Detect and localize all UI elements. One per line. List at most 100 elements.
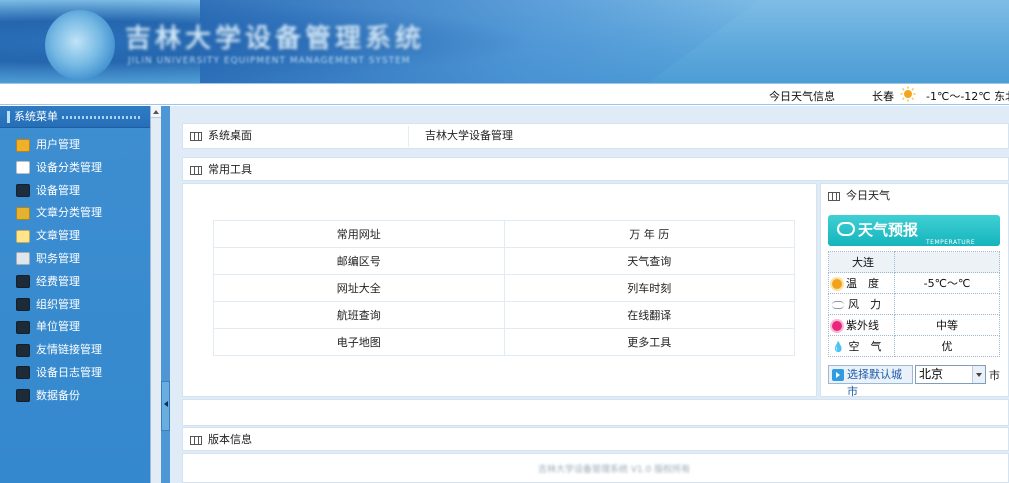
air-icon: 💧 [832, 341, 845, 353]
tools-row: 邮编区号 天气查询 [213, 247, 795, 275]
tool-link[interactable]: 网址大全 [213, 274, 505, 302]
folder-icon [16, 366, 30, 380]
weather-info-label: 今日天气信息 [769, 90, 835, 103]
weather-row-value [894, 293, 1000, 315]
weather-panel: 今日天气 天气预报 TEMPERATURE 大连 温 度 -5℃～℃ 风 力 紫… [820, 183, 1009, 398]
sidebar-item[interactable]: 文章管理 [0, 225, 150, 248]
sidebar-item[interactable]: 设备管理 [0, 180, 150, 203]
note-icon [16, 229, 30, 243]
sidebar-item-label: 单位管理 [36, 320, 80, 334]
tool-link[interactable]: 电子地图 [213, 328, 505, 356]
scroll-up-button[interactable] [151, 106, 161, 118]
weather-row-value: 中等 [894, 314, 1000, 336]
tool-link[interactable]: 万 年 历 [503, 220, 795, 248]
grid-icon [16, 184, 30, 198]
set-default-city-label: 选择默认城市 [847, 368, 902, 398]
tool-link[interactable]: 常用网址 [213, 220, 505, 248]
version-header: 版本信息 [182, 427, 1009, 451]
sidebar-item-label: 设备管理 [36, 183, 80, 197]
set-default-city-button[interactable]: 选择默认城市 [828, 365, 913, 398]
tool-link[interactable]: 列车时刻 [503, 274, 795, 302]
weather-row-key: 空 气 [848, 340, 882, 353]
tools-panel: 常用网址万 年 历邮编区号 天气查询 网址大全 列车时刻 航班查询 在线翻译 电子地图 更多工… [182, 183, 817, 397]
document-icon [16, 298, 30, 312]
tool-link[interactable]: 在线翻译 [503, 301, 795, 329]
weather-city: 大连 [828, 251, 895, 273]
spacer-panel [182, 399, 1009, 426]
tools-title: 常用工具 [208, 163, 252, 176]
sidebar-item-label: 文章管理 [36, 229, 80, 243]
sidebar-item[interactable]: 职务管理 [0, 248, 150, 271]
weather-city-empty [894, 251, 1000, 273]
header-banner: 吉林大学设备管理系统 JILIN UNIVERSITY EQUIPMENT MA… [0, 0, 1009, 83]
sidebar-item-label: 职务管理 [36, 251, 80, 265]
city-picker: 选择默认城市 北京 市 [828, 365, 1009, 398]
sidebar-item-label: 经费管理 [36, 274, 80, 288]
sidebar-item[interactable]: 友情链接管理 [0, 339, 150, 362]
sidebar-item-label: 组织管理 [36, 297, 80, 311]
desktop-value: 吉林大学设备管理 [425, 129, 513, 142]
app-title: 吉林大学设备管理系统 [125, 24, 426, 54]
desktop-label: 系统桌面 [208, 129, 252, 142]
tool-link[interactable]: 更多工具 [503, 328, 795, 356]
folder-icon [16, 343, 30, 357]
users-icon [16, 138, 30, 152]
sidebar-item[interactable]: 经费管理 [0, 271, 150, 294]
weather-table: 大连 温 度 -5℃～℃ 风 力 紫外线 中等 💧 空 气 优 [828, 251, 1000, 357]
sidebar-splitter[interactable] [161, 106, 170, 483]
city-suffix: 市 [989, 369, 1000, 382]
tools-row: 电子地图 更多工具 [213, 328, 795, 356]
sidebar-item[interactable]: 文章分类管理 [0, 202, 150, 225]
weather-title: 今日天气 [846, 189, 890, 202]
tool-link[interactable]: 航班查询 [213, 301, 505, 329]
edit-icon [16, 252, 30, 266]
sidebar-item[interactable]: 数据备份 [0, 385, 150, 408]
sidebar-item-label: 友情链接管理 [36, 343, 102, 357]
logo-icon [45, 10, 115, 80]
folder-icon [16, 389, 30, 403]
arrow-right-icon [832, 369, 844, 381]
weather-row-key: 紫外线 [846, 319, 879, 332]
sidebar-item[interactable]: 单位管理 [0, 316, 150, 339]
weather-row-key: 风 力 [848, 298, 881, 311]
sidebar-menu: 用户管理设备分类管理设备管理文章分类管理文章管理职务管理经费管理组织管理单位管理… [0, 128, 150, 408]
sidebar: 系统菜单 用户管理设备分类管理设备管理文章分类管理文章管理职务管理经费管理组织管… [0, 106, 150, 483]
document-icon [16, 320, 30, 334]
sidebar-item-label: 用户管理 [36, 138, 80, 151]
collapse-sidebar-button[interactable] [161, 381, 170, 431]
tools-table: 常用网址万 年 历邮编区号 天气查询 网址大全 列车时刻 航班查询 在线翻译 电子地图 更多工… [213, 220, 795, 356]
weather-forecast-banner[interactable]: 天气预报 TEMPERATURE [828, 215, 1000, 246]
main-content: 系统桌面 吉林大学设备管理 常用工具 常用网址万 年 历邮编区号 天气查询 网址大全… [170, 106, 1009, 483]
weather-banner-label: 天气预报 [858, 221, 919, 239]
weather-info-city: 长春 [872, 90, 894, 103]
version-text: 吉林大学设备管理系统 V1.0 版权所有 [538, 465, 691, 475]
sun-icon [832, 279, 842, 289]
sun-icon [900, 86, 916, 102]
sidebar-item[interactable]: 组织管理 [0, 294, 150, 317]
sidebar-header: 系统菜单 [0, 106, 150, 128]
wrench-icon [16, 161, 30, 175]
weather-row-key: 温 度 [846, 277, 879, 290]
city-select[interactable]: 北京 [915, 365, 986, 384]
sidebar-item-label: 设备日志管理 [36, 365, 102, 379]
desktop-divider [408, 126, 409, 147]
book-icon [16, 206, 30, 220]
tools-row: 网址大全 列车时刻 [213, 274, 795, 302]
wind-icon [832, 301, 844, 309]
desktop-bar: 系统桌面 吉林大学设备管理 [182, 123, 1009, 149]
chevron-down-icon[interactable] [972, 366, 985, 383]
sidebar-item[interactable]: 用户管理 [0, 134, 150, 157]
grid-icon [828, 191, 840, 201]
weather-info-bar: 今日天气信息 长春 -1℃～-12℃ 东北 [0, 83, 1009, 105]
sidebar-item[interactable]: 设备分类管理 [0, 157, 150, 180]
version-panel: 吉林大学设备管理系统 V1.0 版权所有 [182, 453, 1009, 483]
tool-link[interactable]: 天气查询 [503, 247, 795, 275]
app-subtitle: JILIN UNIVERSITY EQUIPMENT MANAGEMENT SY… [128, 56, 411, 66]
document-icon [16, 275, 30, 289]
uv-icon [832, 321, 842, 331]
weather-row-value: 优 [894, 335, 1000, 357]
sidebar-item[interactable]: 设备日志管理 [0, 362, 150, 385]
sidebar-scrollbar[interactable] [150, 106, 161, 483]
tool-link[interactable]: 邮编区号 [213, 247, 505, 275]
tools-row: 常用网址万 年 历 [213, 220, 795, 248]
